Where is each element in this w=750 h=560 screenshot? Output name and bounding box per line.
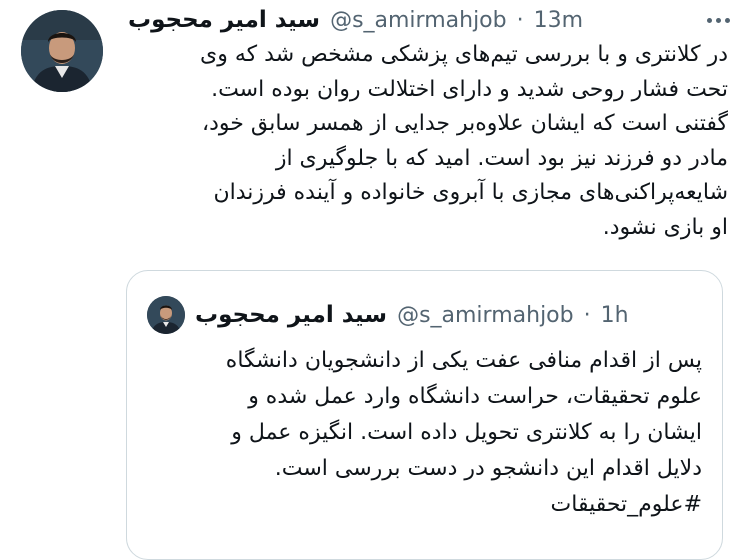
avatar-portrait-icon: [147, 296, 185, 334]
quoted-tweet-time[interactable]: 1h: [601, 303, 629, 328]
tweet-line: گفتنی است که ایشان علاوه‌بر جدایی از همس…: [202, 111, 728, 136]
tweet-time[interactable]: 13m: [534, 8, 583, 33]
hashtag-link[interactable]: #علوم_تحقیقات: [551, 492, 702, 517]
quoted-meta-separator: ·: [583, 302, 591, 328]
tweet-line: شایعه‌پراکنی‌های مجازی با آبروی خانواده …: [213, 180, 728, 205]
author-avatar[interactable]: [21, 10, 103, 92]
dot: [706, 17, 712, 23]
dot: [724, 17, 730, 23]
avatar-portrait-icon: [21, 10, 103, 92]
dot: [715, 17, 721, 23]
quoted-line: دلایل اقدام این دانشجو در دست بررسی است.: [274, 456, 702, 481]
tweet-line: او بازی نشود.: [602, 214, 728, 240]
quoted-tweet-header: سید امیر محجوب @s_amirmahjob · 1h: [147, 296, 707, 334]
quoted-line: علوم تحقیقات، حراست دانشگاه وارد عمل شده…: [248, 384, 702, 409]
meta-separator: ·: [516, 7, 524, 33]
tweet-line: تحت فشار روحی شدید و دارای اختلالت روان …: [211, 76, 728, 102]
tweet-body: در کلانتری و با بررسی تیم‌های پزشکی مشخص…: [128, 38, 728, 245]
more-horizontal-icon[interactable]: [704, 12, 732, 28]
author-name[interactable]: سید امیر محجوب: [128, 7, 320, 33]
tweet-line: در کلانتری و با بررسی تیم‌های پزشکی مشخص…: [200, 42, 728, 67]
quoted-line: ایشان را به کلانتری تحویل داده است. انگی…: [231, 420, 702, 445]
quoted-author-handle[interactable]: @s_amirmahjob: [397, 303, 574, 328]
quoted-line: پس از اقدام منافی عفت یکی از دانشجویان د…: [225, 348, 702, 373]
quoted-tweet-body: پس از اقدام منافی عفت یکی از دانشجویان د…: [145, 343, 702, 523]
quoted-tweet-card[interactable]: سید امیر محجوب @s_amirmahjob · 1h پس از …: [126, 270, 723, 560]
tweet-header: سید امیر محجوب @s_amirmahjob · 13m: [128, 4, 688, 36]
author-handle[interactable]: @s_amirmahjob: [330, 8, 507, 33]
tweet-line: مادر دو فرزند نیز بود است. امید که با جل…: [275, 145, 728, 171]
quoted-author-name[interactable]: سید امیر محجوب: [195, 302, 387, 328]
quoted-author-avatar[interactable]: [147, 296, 185, 334]
